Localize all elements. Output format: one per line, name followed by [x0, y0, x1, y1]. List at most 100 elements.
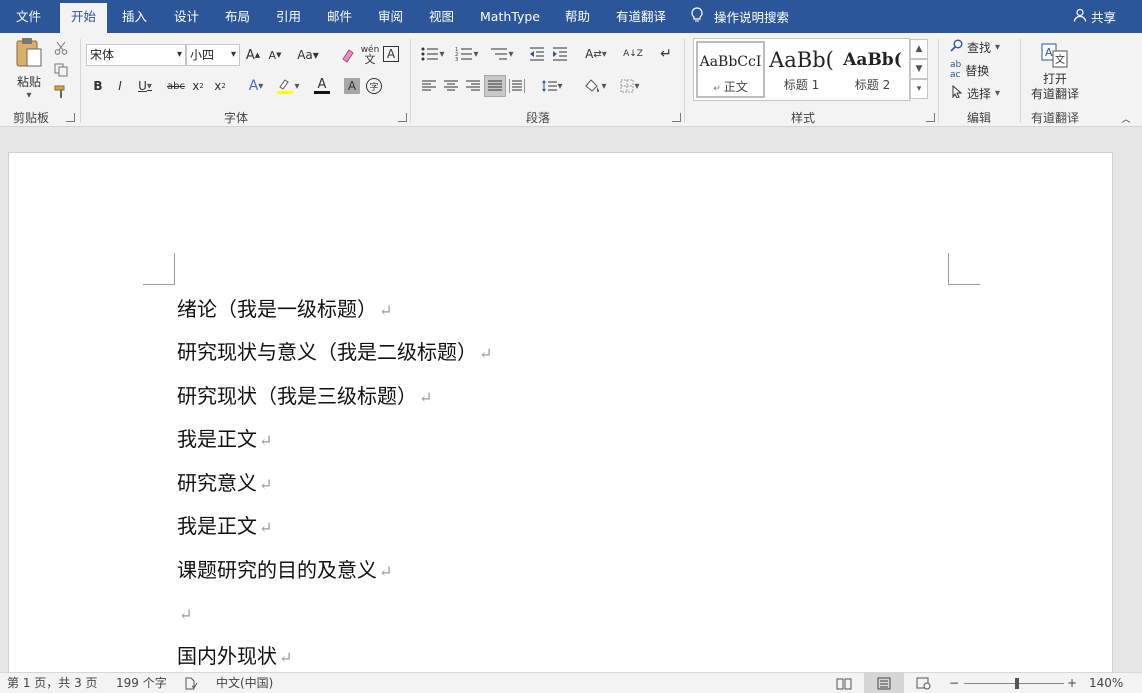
justify-icon[interactable]	[484, 75, 506, 97]
tab-review[interactable]: 审阅	[378, 0, 403, 33]
superscript-icon[interactable]: x2	[212, 77, 228, 95]
scroll-up-icon[interactable]: ▲	[910, 39, 928, 59]
zoom-in-icon[interactable]: +	[1067, 673, 1077, 693]
tab-file[interactable]: 文件	[16, 0, 41, 33]
multilevel-list-icon[interactable]: ▾	[487, 45, 517, 63]
page-count[interactable]: 第 1 页，共 3 页	[7, 673, 98, 693]
bullets-icon[interactable]: ▾	[418, 45, 448, 63]
font-name-combo[interactable]: 宋体 ▾	[86, 44, 186, 66]
crop-mark	[948, 253, 980, 285]
svg-text:文: 文	[1055, 53, 1065, 66]
character-border-icon[interactable]: A	[383, 46, 399, 62]
proofing-icon[interactable]	[184, 673, 198, 693]
paragraph-launcher-icon[interactable]	[672, 113, 681, 122]
decrease-indent-icon[interactable]	[528, 45, 546, 63]
bold-icon[interactable]: B	[90, 77, 106, 95]
subscript-icon[interactable]: x2	[190, 77, 206, 95]
tab-youdao[interactable]: 有道翻译	[616, 0, 666, 33]
paragraph[interactable]: ↵	[177, 600, 192, 628]
clipboard-launcher-icon[interactable]	[66, 113, 75, 122]
paragraph[interactable]: 课题研究的目的及意义 ↵	[177, 557, 392, 585]
copy-icon[interactable]	[52, 61, 70, 79]
search-icon	[950, 39, 963, 55]
underline-icon[interactable]: U ▾	[134, 77, 156, 95]
highlight-icon[interactable]: ▾	[274, 77, 302, 95]
style-heading-1[interactable]: AaBb( 标题 1	[767, 41, 836, 98]
tab-mathtype[interactable]: MathType	[480, 0, 540, 33]
font-color-icon[interactable]: A	[308, 77, 336, 95]
read-mode-icon[interactable]	[836, 673, 852, 693]
divider	[410, 39, 411, 123]
zoom-out-icon[interactable]: −	[949, 673, 959, 693]
collapse-ribbon-icon[interactable]: ︿	[1120, 113, 1132, 125]
character-shading-icon[interactable]: A	[344, 78, 360, 94]
paragraph-text: 绪论（我是一级标题）	[177, 297, 377, 321]
share-button[interactable]: 共享	[1073, 0, 1116, 33]
paragraph[interactable]: 研究现状（我是三级标题） ↵	[177, 383, 432, 411]
text-effects-icon[interactable]: A ▾	[242, 77, 270, 95]
clear-formatting-icon[interactable]	[338, 46, 356, 64]
distributed-icon[interactable]	[508, 77, 526, 95]
find-button[interactable]: 查找 ▾	[950, 38, 1000, 56]
style-heading-2[interactable]: AaBb( 标题 2	[838, 41, 907, 98]
paste-label: 粘贴	[16, 74, 41, 89]
change-case-icon[interactable]: Aa▾	[294, 46, 322, 64]
line-spacing-icon[interactable]: ▾	[538, 77, 566, 95]
paragraph[interactable]: 研究意义 ↵	[177, 470, 272, 498]
web-layout-icon[interactable]	[916, 673, 932, 693]
font-size-combo[interactable]: 小四 ▾	[186, 44, 240, 66]
select-button[interactable]: 选择 ▾	[952, 84, 1000, 102]
shrink-font-icon[interactable]: A ▼	[266, 46, 284, 64]
phonetic-guide-icon[interactable]: wén 文	[360, 44, 380, 66]
paragraph[interactable]: 研究现状与意义（我是二级标题） ↵	[177, 339, 492, 367]
font-launcher-icon[interactable]	[398, 113, 407, 122]
align-right-icon[interactable]	[464, 77, 482, 95]
more-styles-icon[interactable]: ▾	[910, 79, 928, 99]
tab-view[interactable]: 视图	[429, 0, 454, 33]
shading-icon[interactable]: ▾	[580, 77, 610, 95]
tab-references[interactable]: 引用	[276, 0, 301, 33]
paragraph[interactable]: 国内外现状 ↵	[177, 643, 292, 671]
style-normal[interactable]: AaBbCcI ↵ 正文	[696, 41, 765, 98]
tab-mailings[interactable]: 邮件	[327, 0, 352, 33]
tab-insert[interactable]: 插入	[122, 0, 147, 33]
scroll-down-icon[interactable]: ▼	[910, 59, 928, 79]
paragraph[interactable]: 绪论（我是一级标题） ↵	[177, 296, 392, 324]
align-center-icon[interactable]	[442, 77, 460, 95]
paragraph[interactable]: 我是正文 ↵	[177, 426, 272, 454]
strikethrough-icon[interactable]: abc	[166, 77, 186, 95]
enclose-characters-icon[interactable]: 字	[366, 78, 382, 94]
borders-icon[interactable]: ▾	[616, 77, 644, 95]
align-left-icon[interactable]	[420, 77, 438, 95]
grow-font-icon[interactable]: A ▲	[244, 46, 262, 64]
zoom-level[interactable]: 140%	[1089, 673, 1123, 693]
word-count[interactable]: 199 个字	[116, 673, 167, 693]
tab-help[interactable]: 帮助	[565, 0, 590, 33]
zoom-slider-thumb[interactable]	[1015, 678, 1019, 689]
paragraph-mark: ↵	[479, 344, 493, 363]
styles-launcher-icon[interactable]	[926, 113, 935, 122]
increase-indent-icon[interactable]	[551, 45, 569, 63]
cut-icon[interactable]	[52, 39, 70, 57]
format-painter-icon[interactable]	[52, 83, 70, 101]
share-label: 共享	[1090, 10, 1116, 25]
print-layout-icon[interactable]	[864, 673, 904, 693]
replace-button[interactable]: ab ac 替换	[950, 60, 989, 80]
paragraph[interactable]: 我是正文 ↵	[177, 513, 272, 541]
tell-me-search[interactable]: 操作说明搜索	[690, 0, 789, 33]
open-youdao-label-2: 有道翻译	[1030, 86, 1079, 101]
tab-layout[interactable]: 布局	[225, 0, 250, 33]
italic-icon[interactable]: I	[112, 77, 128, 95]
chinese-layout-icon[interactable]: A ⇄ ▾	[582, 45, 610, 63]
tab-design[interactable]: 设计	[174, 0, 199, 33]
numbering-icon[interactable]: 1 2 3 ▾	[452, 45, 482, 63]
show-paragraph-marks-icon[interactable]: ↵	[657, 45, 675, 63]
open-youdao-button[interactable]: A文 打开 有道翻译	[1026, 39, 1084, 105]
paste-button[interactable]: 粘贴 ▾	[12, 37, 46, 101]
sort-icon[interactable]: A↓Z	[623, 45, 643, 63]
zoom-slider[interactable]	[964, 683, 1064, 684]
status-bar: 第 1 页，共 3 页 199 个字 中文(中国) − + 140%	[0, 672, 1142, 693]
paragraph-mark: ↵	[179, 605, 193, 624]
language-indicator[interactable]: 中文(中国)	[216, 673, 273, 693]
tab-home[interactable]: 开始	[60, 3, 108, 33]
